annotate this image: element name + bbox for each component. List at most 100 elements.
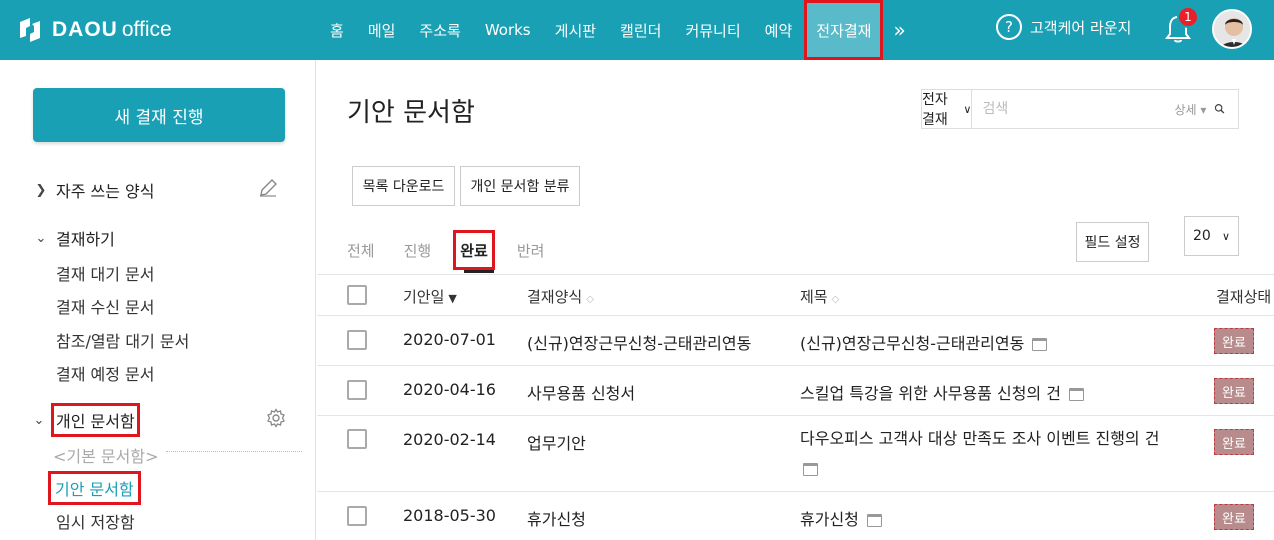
avatar-image [1214, 11, 1250, 47]
active-tab-indicator [464, 270, 494, 273]
sidebar-personal-label: 개인 문서함 [51, 403, 140, 437]
nav-approval[interactable]: 전자결재 [804, 0, 884, 60]
tab-all[interactable]: 전체 [347, 230, 375, 270]
window-icon[interactable] [866, 514, 882, 527]
column-form[interactable]: 결재양식 ◇ [527, 286, 594, 307]
top-navigation-bar: DAOU office 홈 메일 주소록 Works 게시판 캘린더 커뮤니티 … [0, 0, 1274, 60]
table-row[interactable]: 2020-02-14 업무기안 다우오피스 고객사 대상 만족도 조사 이벤트 … [317, 416, 1274, 492]
row-form: (신규)연장근무신청-근태관리연동 [527, 334, 752, 353]
row-date: 2020-04-16 [403, 380, 496, 399]
window-icon[interactable] [803, 463, 818, 476]
row-checkbox[interactable] [347, 330, 367, 350]
tab-in-progress[interactable]: 진행 [404, 230, 432, 270]
gear-icon[interactable] [266, 408, 286, 428]
nav-calendar[interactable]: 캘린더 [608, 0, 673, 60]
column-date[interactable]: 기안일 ▼ [403, 286, 457, 307]
search-input[interactable] [972, 90, 1167, 128]
row-date: 2020-02-14 [403, 430, 496, 449]
sort-icon: ◇ [586, 294, 594, 305]
classify-personal-box-button[interactable]: 개인 문서함 분류 [460, 166, 580, 206]
chevron-down-icon: ⌄ [33, 412, 45, 428]
status-badge: 완료 [1214, 378, 1254, 404]
table-row[interactable]: 2018-05-30 휴가신청 휴가신청 완료 [317, 492, 1274, 540]
row-checkbox[interactable] [347, 506, 367, 526]
column-title[interactable]: 제목 ◇ [800, 286, 839, 307]
table-row[interactable]: 2020-04-16 사무용품 신청서 스킬업 특강을 위한 사무용품 신청의 … [317, 366, 1274, 416]
logo[interactable]: DAOU office [16, 14, 172, 46]
window-icon[interactable] [1032, 338, 1048, 351]
nav-mail[interactable]: 메일 [356, 0, 408, 60]
sidebar-item-temp-box[interactable]: 임시 저장함 [56, 509, 135, 533]
table-row[interactable]: 2020-07-01 (신규)연장근무신청-근태관리연동 (신규)연장근무신청-… [317, 316, 1274, 366]
sidebar-item-waiting[interactable]: 결재 대기 문서 [56, 261, 155, 285]
select-all-checkbox[interactable] [347, 285, 367, 305]
row-form: 업무기안 [527, 434, 586, 453]
main-nav: 홈 메일 주소록 Works 게시판 캘린더 커뮤니티 예약 전자결재 » [318, 0, 916, 60]
search-detail-label: 상세 [1174, 102, 1197, 117]
sidebar-favorites[interactable]: ❯ 자주 쓰는 양식 [34, 178, 155, 202]
field-settings-button[interactable]: 필드 설정 [1076, 222, 1149, 262]
row-date: 2020-07-01 [403, 330, 496, 349]
sort-desc-icon: ▼ [448, 292, 457, 305]
status-badge: 완료 [1214, 504, 1254, 530]
divider [166, 451, 302, 452]
nav-more-button[interactable]: » [883, 0, 915, 60]
notification-badge: 1 [1177, 6, 1199, 28]
help-lounge-link[interactable]: ? 고객케어 라운지 [996, 14, 1131, 40]
nav-community[interactable]: 커뮤니티 [673, 0, 752, 60]
sidebar-item-default-box[interactable]: <기본 문서함> [53, 443, 159, 467]
sidebar-item-scheduled[interactable]: 결재 예정 문서 [56, 361, 155, 385]
chevron-down-icon: ⌄ [35, 230, 47, 246]
logo-suffix: office [121, 18, 172, 41]
sidebar-item-received[interactable]: 결재 수신 문서 [56, 294, 155, 318]
page-size-select[interactable]: 20 ∨ [1184, 216, 1239, 256]
search-detail-toggle[interactable]: 상세 ▾ [1166, 101, 1214, 118]
sidebar-favorites-label: 자주 쓰는 양식 [56, 182, 155, 201]
sidebar: 새 결재 진행 ❯ 자주 쓰는 양식 ⌄ 결재하기 결재 대기 문서 결재 수신… [0, 60, 316, 540]
page-size-value: 20 [1193, 228, 1211, 244]
row-title-link[interactable]: 휴가신청 [800, 506, 882, 530]
search-bar: 전자결재 ∨ 상세 ▾ [921, 89, 1239, 129]
avatar[interactable] [1212, 9, 1252, 49]
sidebar-approval-label: 결재하기 [56, 230, 115, 249]
sidebar-item-draft-box[interactable]: 기안 문서함 [48, 471, 141, 505]
row-date: 2018-05-30 [403, 506, 496, 525]
nav-home[interactable]: 홈 [318, 0, 356, 60]
main-content: 기안 문서함 전자결재 ∨ 상세 ▾ 목록 다운로드 개인 문서함 분류 전체 … [317, 60, 1274, 540]
sidebar-personal-section[interactable]: ⌄ 개인 문서함 [32, 403, 140, 437]
status-badge: 완료 [1214, 429, 1254, 455]
logo-icon [20, 18, 40, 42]
search-scope-select[interactable]: 전자결재 ∨ [922, 90, 973, 128]
chevron-right-icon: ❯ [35, 182, 47, 198]
help-icon: ? [996, 14, 1022, 40]
row-title-link[interactable]: 다우오피스 고객사 대상 만족도 조사 이벤트 진행의 건 [800, 424, 1190, 484]
chevron-down-icon: ∨ [1221, 229, 1230, 243]
row-title-link[interactable]: 스킬업 특강을 위한 사무용품 신청의 건 [800, 380, 1084, 404]
nav-board[interactable]: 게시판 [543, 0, 608, 60]
table-header: 기안일 ▼ 결재양식 ◇ 제목 ◇ 결재상태 [317, 274, 1274, 316]
edit-icon[interactable] [258, 178, 278, 198]
row-title-link[interactable]: (신규)연장근무신청-근태관리연동 [800, 330, 1048, 354]
search-scope-label: 전자결재 [922, 92, 948, 128]
nav-reservation[interactable]: 예약 [753, 0, 805, 60]
row-checkbox[interactable] [347, 429, 367, 449]
column-status[interactable]: 결재상태 [1216, 286, 1271, 307]
tab-completed[interactable]: 완료 [453, 230, 495, 270]
row-form: 휴가신청 [527, 510, 586, 529]
chevron-down-icon: ∨ [963, 102, 972, 116]
window-icon[interactable] [1068, 388, 1084, 401]
status-badge: 완료 [1214, 328, 1254, 354]
tab-rejected[interactable]: 반려 [517, 230, 545, 270]
row-form: 사무용품 신청서 [527, 384, 636, 403]
new-approval-button[interactable]: 새 결재 진행 [33, 88, 285, 142]
download-list-button[interactable]: 목록 다운로드 [352, 166, 455, 206]
status-tabs: 전체 진행 완료 반려 [347, 230, 573, 270]
page-title: 기안 문서함 [347, 98, 475, 128]
nav-contacts[interactable]: 주소록 [407, 0, 472, 60]
help-label: 고객케어 라운지 [1030, 18, 1132, 37]
sidebar-item-reference[interactable]: 참조/열람 대기 문서 [56, 328, 189, 352]
sidebar-approval-section[interactable]: ⌄ 결재하기 [34, 226, 115, 250]
row-checkbox[interactable] [347, 380, 367, 400]
nav-works[interactable]: Works [473, 0, 543, 60]
search-icon[interactable] [1214, 99, 1226, 119]
